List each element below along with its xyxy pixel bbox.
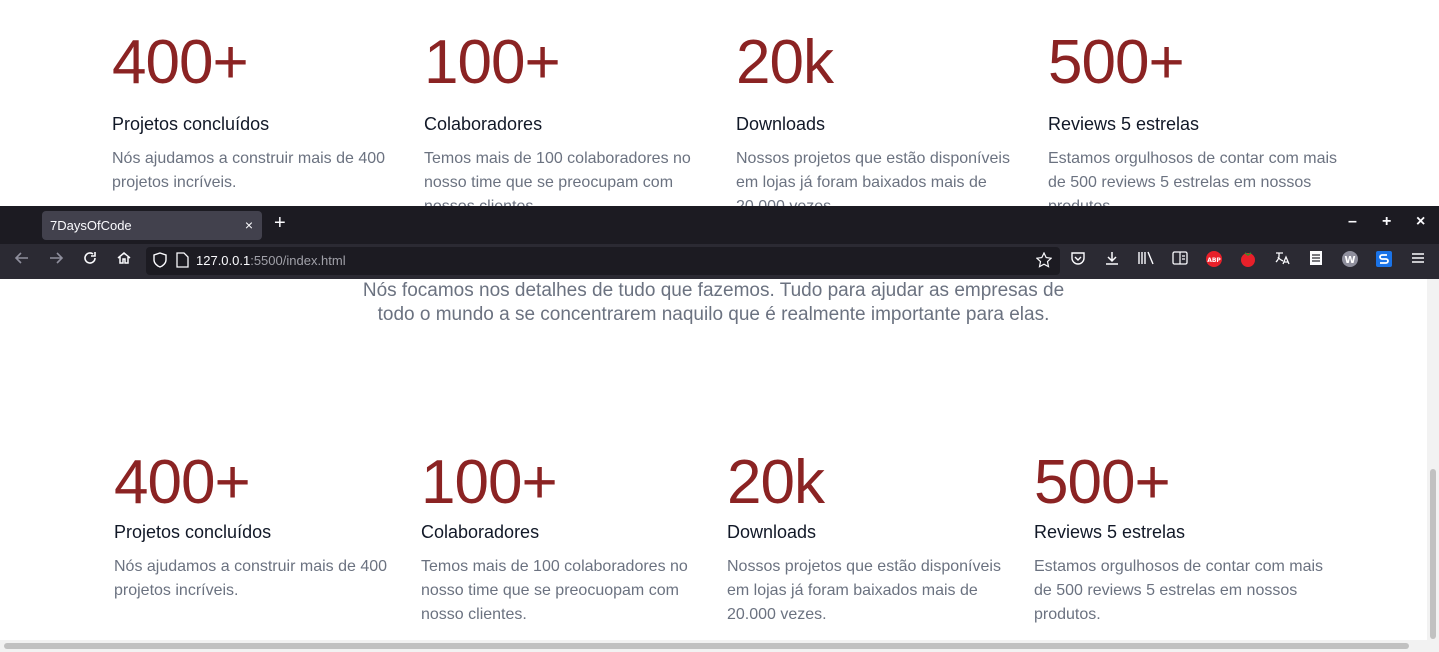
account-extension-icon[interactable]: W xyxy=(1339,250,1361,272)
url-path: :5500/index.html xyxy=(250,253,346,268)
download-icon[interactable] xyxy=(1101,250,1123,272)
stat-number: 20k xyxy=(736,28,834,97)
tomato-extension-icon[interactable] xyxy=(1237,250,1259,272)
vertical-scroll-thumb[interactable] xyxy=(1430,469,1436,639)
stat-number: 100+ xyxy=(424,28,561,97)
stat-number: 500+ xyxy=(1034,448,1171,517)
menu-icon[interactable] xyxy=(1407,250,1429,272)
horizontal-scroll-thumb[interactable] xyxy=(4,643,1409,649)
back-icon[interactable] xyxy=(11,250,33,272)
stat-title: Downloads xyxy=(727,522,817,542)
maximize-button[interactable]: + xyxy=(1382,213,1391,231)
ref-stat-reviews: 500+ Reviews 5 estrelas Estamos orgulhos… xyxy=(1048,28,1338,207)
stat-title: Reviews 5 estrelas xyxy=(1048,114,1200,134)
stat-description: Estamos orgulhosos de contar com mais de… xyxy=(1034,558,1324,623)
stat-number: 400+ xyxy=(114,448,251,517)
stat-title: Downloads xyxy=(736,114,826,134)
close-window-button[interactable]: × xyxy=(1416,213,1425,231)
page-icon xyxy=(175,252,189,273)
stat-number: 500+ xyxy=(1048,28,1185,97)
horizontal-scrollbar[interactable] xyxy=(0,640,1427,652)
reload-icon[interactable] xyxy=(79,250,101,272)
home-icon[interactable] xyxy=(113,250,135,272)
stat-description: Nós ajudamos a construir mais de 400 pro… xyxy=(114,558,388,599)
intro-line-2: todo o mundo a se concentrarem naquilo q… xyxy=(377,304,1050,325)
vertical-scrollbar[interactable] xyxy=(1427,279,1439,652)
ref-stat-downloads: 20k Downloads Nossos projetos que estão … xyxy=(736,28,1026,207)
shield-icon[interactable] xyxy=(152,252,168,273)
stat-downloads: 20k Downloads Nossos projetos que estão … xyxy=(727,450,1017,627)
stat-description: Nossos projetos que estão disponíveis em… xyxy=(727,558,1001,623)
reader-view-icon[interactable] xyxy=(1169,250,1191,272)
s-extension-icon[interactable] xyxy=(1373,250,1395,272)
intro-text: Nós focamos nos detalhes de tudo que faz… xyxy=(0,279,1427,327)
browser-toolbar: 127.0.0.1:5500/index.html ABP W xyxy=(0,244,1439,279)
stat-collaborators: 100+ Colaboradores Temos mais de 100 col… xyxy=(421,450,711,627)
stat-title: Projetos concluídos xyxy=(112,114,270,134)
url-text[interactable]: 127.0.0.1:5500/index.html xyxy=(196,253,346,268)
svg-text:W: W xyxy=(1344,255,1355,266)
reference-screenshot-strip: 400+ Projetos concluídos Nós ajudamos a … xyxy=(0,0,1439,206)
translate-icon[interactable] xyxy=(1271,250,1293,272)
stat-description: Estamos orgulhosos de contar com mais de… xyxy=(1048,150,1338,206)
browser-tab-bar: 7DaysOfCode × + – + × xyxy=(0,206,1439,244)
stat-title: Colaboradores xyxy=(421,522,540,542)
pocket-icon[interactable] xyxy=(1067,250,1089,272)
ref-stat-projects: 400+ Projetos concluídos Nós ajudamos a … xyxy=(112,30,402,195)
stat-description: Nós ajudamos a construir mais de 400 pro… xyxy=(112,150,386,191)
stat-number: 100+ xyxy=(421,448,558,517)
close-tab-icon[interactable]: × xyxy=(245,217,253,233)
forward-icon[interactable] xyxy=(45,250,67,272)
address-bar[interactable]: 127.0.0.1:5500/index.html xyxy=(146,247,1060,275)
tab-title: 7DaysOfCode xyxy=(50,218,132,233)
new-tab-button[interactable]: + xyxy=(274,212,286,235)
stat-title: Reviews 5 estrelas xyxy=(1034,522,1186,542)
stat-projects: 400+ Projetos concluídos Nós ajudamos a … xyxy=(114,450,404,603)
stat-description: Nossos projetos que estão disponíveis em… xyxy=(736,150,1010,206)
bookmark-star-icon[interactable] xyxy=(1035,251,1053,273)
library-icon[interactable] xyxy=(1135,250,1157,272)
stat-reviews: 500+ Reviews 5 estrelas Estamos orgulhos… xyxy=(1034,450,1324,627)
browser-tab[interactable]: 7DaysOfCode × xyxy=(42,211,262,240)
stat-number: 20k xyxy=(727,448,825,517)
url-host: 127.0.0.1 xyxy=(196,253,251,268)
ref-stat-collaborators: 100+ Colaboradores Temos mais de 100 col… xyxy=(424,28,714,207)
adblock-plus-icon[interactable]: ABP xyxy=(1203,250,1225,272)
intro-line-1: Nós focamos nos detalhes de tudo que faz… xyxy=(362,280,1065,301)
stat-title: Projetos concluídos xyxy=(114,522,272,542)
notes-extension-icon[interactable] xyxy=(1305,250,1327,272)
minimize-button[interactable]: – xyxy=(1348,213,1357,231)
stat-title: Colaboradores xyxy=(424,114,543,134)
stat-description: Temos mais de 100 colaboradores no nosso… xyxy=(421,558,688,623)
svg-text:ABP: ABP xyxy=(1207,257,1221,264)
stat-description: Temos mais de 100 colaboradores no nosso… xyxy=(424,150,691,206)
stat-number: 400+ xyxy=(112,28,249,97)
